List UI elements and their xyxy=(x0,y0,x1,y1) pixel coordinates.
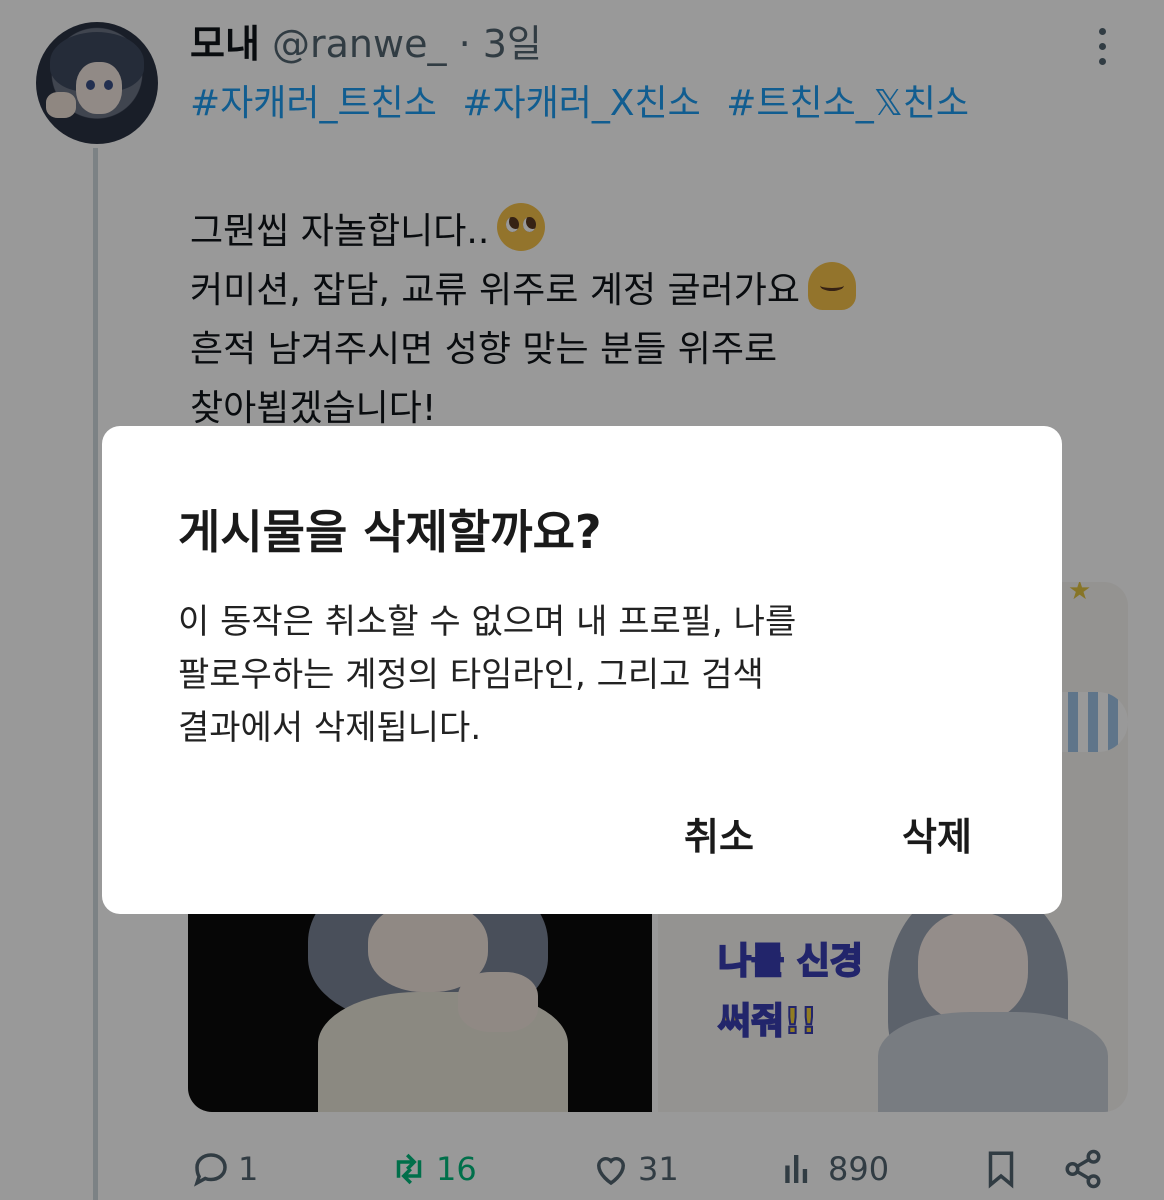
delete-confirm-dialog: 게시물을 삭제할까요? 이 동작은 취소할 수 없으며 내 프로필, 나를 팔로… xyxy=(102,426,1062,914)
dialog-message: 이 동작은 취소할 수 없으며 내 프로필, 나를 팔로우하는 계정의 타임라인… xyxy=(178,596,978,755)
dialog-message-line: 결과에서 삭제됩니다. xyxy=(178,708,482,748)
cancel-button[interactable]: 취소 xyxy=(684,806,754,861)
dialog-message-line: 팔로우하는 계정의 타임라인, 그리고 검색 xyxy=(178,655,764,695)
delete-button[interactable]: 삭제 xyxy=(902,806,972,861)
dialog-title: 게시물을 삭제할까요? xyxy=(178,505,602,559)
dialog-message-line: 이 동작은 취소할 수 없으며 내 프로필, 나를 xyxy=(178,602,797,642)
